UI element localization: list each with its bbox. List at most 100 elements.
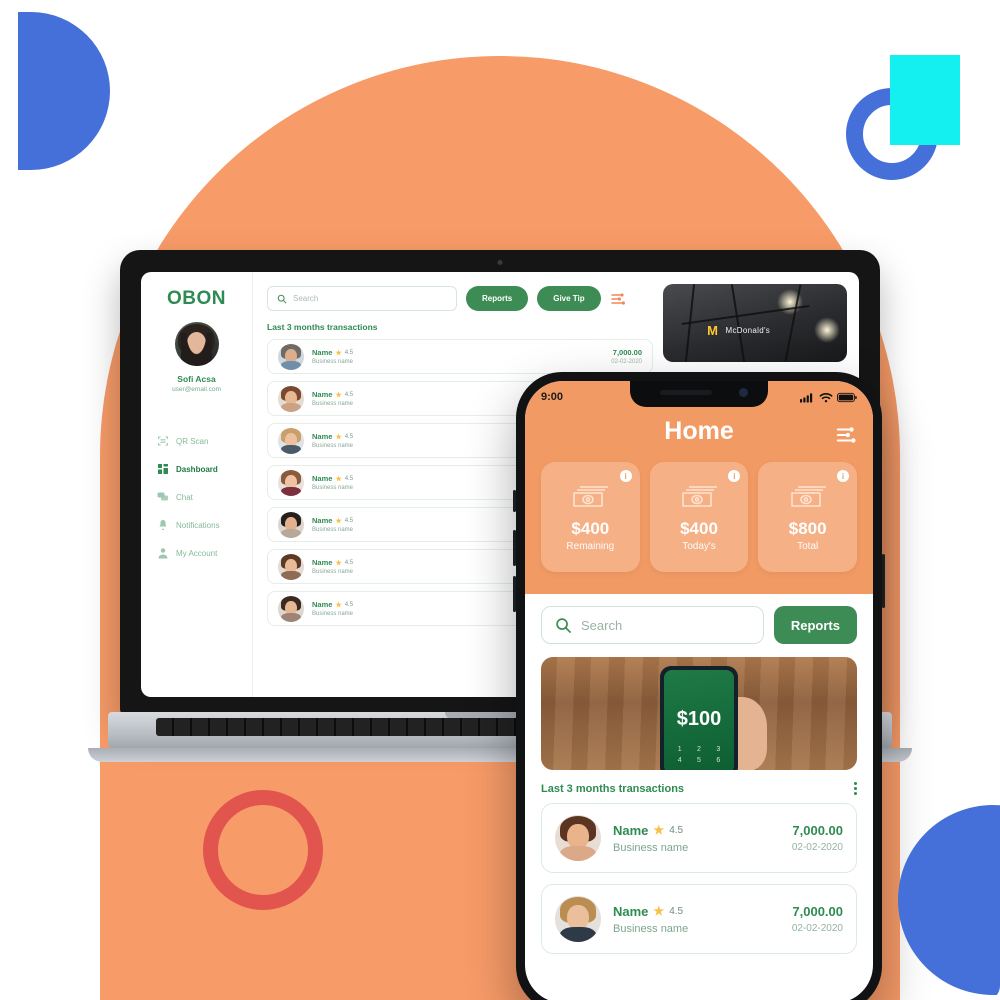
phone-header: 9:00 Home i $400 Remaining i $400 Today'… (525, 381, 873, 594)
decor-ring-red (203, 790, 323, 910)
money-icon (790, 485, 826, 507)
signal-icon (800, 392, 813, 402)
row-rating: 4.5 (344, 349, 354, 356)
avatar (278, 427, 304, 454)
row-rating: 4.5 (344, 391, 354, 398)
stat-amount: $800 (788, 518, 827, 538)
promo-banner[interactable]: $100 123 456 (541, 657, 857, 770)
page-title: Home (541, 417, 857, 446)
row-date: 02-02-2020 (791, 842, 843, 853)
section-title: Last 3 months transactions (267, 322, 378, 332)
wifi-icon (819, 392, 833, 402)
qr-scan-icon (158, 436, 168, 446)
phone-volume-down-button[interactable] (513, 576, 516, 612)
mcdonalds-arch-icon: M (707, 323, 718, 338)
row-business: Business name (613, 922, 689, 935)
promo-phone: $100 123 456 (660, 666, 738, 770)
row-amount: 7,000.00 (612, 348, 642, 357)
avatar (278, 595, 304, 622)
sidebar-item-label: Notifications (176, 520, 220, 530)
sidebar-item-dashboard[interactable]: Dashboard (149, 455, 244, 483)
front-camera-icon (739, 388, 748, 397)
phone-power-button[interactable] (882, 554, 885, 608)
list-item[interactable]: Name ★ 4.5 Business name 7,000.00 02-02-20… (541, 884, 857, 954)
kebab-menu-icon[interactable] (854, 782, 857, 795)
row-business: Business name (613, 841, 689, 854)
phone-transactions-list: Name ★ 4.5 Business name 7,000.00 02-02-20… (541, 803, 857, 954)
row-business: Business name (312, 359, 354, 365)
sidebar-item-label: Dashboard (176, 464, 218, 474)
row-name: Name (613, 822, 649, 838)
avatar (278, 343, 304, 370)
sidebar-item-my-account[interactable]: My Account (149, 539, 244, 567)
dashboard-icon (158, 464, 168, 474)
row-name: Name (312, 558, 333, 567)
decor-half-circle-blue (18, 12, 110, 170)
stat-card-remaining[interactable]: i $400 Remaining (541, 462, 640, 572)
decor-circle-blue (898, 805, 1000, 995)
sidebar-nav: QR Scan Dashboard Chat Notifications My … (149, 427, 244, 567)
info-icon[interactable]: i (837, 470, 850, 482)
earpiece-speaker-icon (660, 390, 712, 395)
phone-search-row: Search Reports (541, 606, 857, 644)
star-icon: ★ (335, 475, 342, 483)
phone-mockup: 9:00 Home i $400 Remaining i $400 Today'… (513, 372, 885, 1000)
search-input[interactable]: Search (541, 606, 764, 644)
stat-card-total[interactable]: i $800 Total (758, 462, 858, 572)
bell-icon (159, 520, 167, 530)
row-amount: 7,000.00 (792, 904, 843, 919)
row-rating: 4.5 (669, 905, 684, 917)
avatar (278, 553, 304, 580)
stat-label: Total (797, 540, 819, 552)
star-icon: ★ (335, 349, 342, 357)
table-row[interactable]: Name★4.5 Business name 7,000.00 02-02-202… (267, 339, 653, 374)
reports-button[interactable]: Reports (466, 286, 529, 311)
desktop-toolbar: Search Reports Give Tip (267, 286, 653, 311)
info-icon[interactable]: i (728, 470, 741, 482)
row-name: Name (312, 432, 333, 441)
row-rating: 4.5 (344, 475, 354, 482)
search-icon (277, 294, 287, 304)
promo-night-image[interactable]: M McDonald's (663, 284, 847, 362)
row-rating: 4.5 (669, 824, 684, 836)
app-logo: OBON (167, 288, 226, 309)
reports-button[interactable]: Reports (773, 606, 857, 644)
status-icons (800, 392, 857, 403)
sidebar: OBON Sofi Acsa user@email.com QR Scan Da… (141, 272, 253, 697)
phone-screen: 9:00 Home i $400 Remaining i $400 Today'… (525, 381, 873, 1000)
avatar[interactable] (174, 322, 219, 366)
battery-icon (837, 392, 857, 402)
sidebar-item-notifications[interactable]: Notifications (149, 511, 244, 539)
give-tip-button[interactable]: Give Tip (537, 286, 601, 311)
star-icon: ★ (335, 391, 342, 399)
sliders-icon[interactable] (610, 291, 626, 307)
avatar (278, 511, 304, 538)
laptop-camera-icon (497, 260, 503, 265)
user-email: user@email.com (172, 386, 221, 393)
sidebar-item-label: Chat (176, 492, 193, 502)
star-icon: ★ (335, 601, 342, 609)
search-placeholder: Search (293, 294, 319, 303)
section-title: Last 3 months transactions (541, 782, 685, 795)
star-icon: ★ (653, 823, 665, 837)
row-rating: 4.5 (344, 601, 354, 608)
status-time: 9:00 (541, 391, 564, 403)
decor-rect-cyan (890, 55, 960, 145)
avatar (278, 385, 304, 412)
row-date: 02-02-2020 (611, 359, 642, 365)
search-input[interactable]: Search (267, 286, 457, 311)
list-item[interactable]: Name ★ 4.5 Business name 7,000.00 02-02-20… (541, 803, 857, 873)
info-icon[interactable]: i (619, 470, 632, 482)
row-name: Name (312, 516, 333, 525)
phone-volume-up-button[interactable] (513, 530, 516, 566)
phone-mute-switch[interactable] (513, 490, 516, 512)
row-amount: 7,000.00 (792, 823, 843, 838)
stat-card-todays[interactable]: i $400 Today's (649, 462, 749, 572)
user-icon (158, 548, 168, 559)
sidebar-item-chat[interactable]: Chat (149, 483, 244, 511)
sidebar-item-qr-scan[interactable]: QR Scan (149, 427, 244, 455)
row-name: Name (312, 600, 333, 609)
row-name: Name (613, 903, 649, 919)
sliders-icon[interactable] (835, 424, 857, 446)
star-icon: ★ (335, 433, 342, 441)
